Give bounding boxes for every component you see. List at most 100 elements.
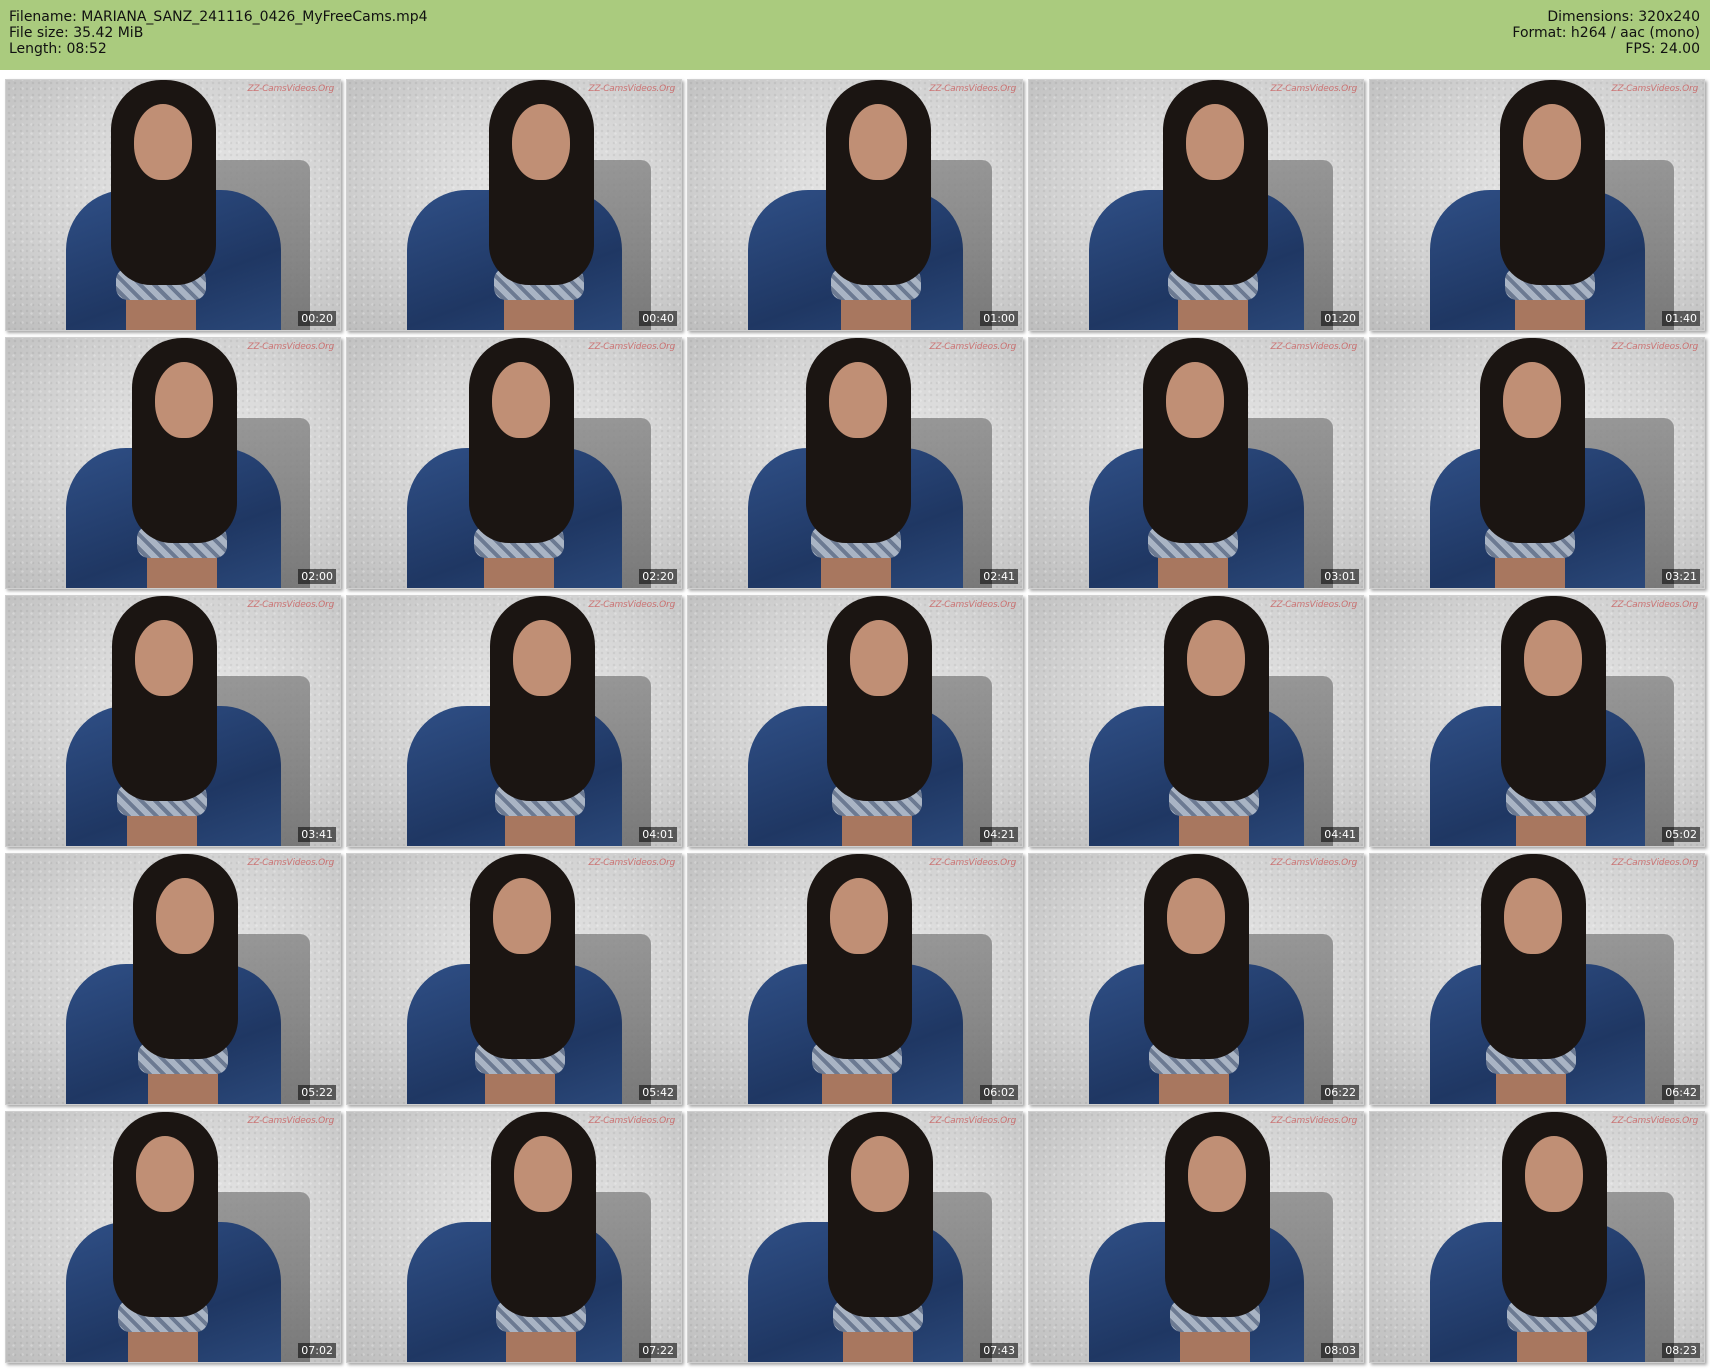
- watermark-logo: ZZ-CamsVideos.Org: [929, 858, 1017, 868]
- thumbnail-timestamp: 06:22: [1321, 1085, 1359, 1100]
- thumbnail-timestamp: 05:22: [298, 1085, 336, 1100]
- video-thumbnail[interactable]: ZZ-CamsVideos.Org 01:40: [1369, 79, 1705, 331]
- thumbnail-timestamp: 03:41: [298, 827, 336, 842]
- face-shape: [1523, 104, 1581, 180]
- watermark-logo: ZZ-CamsVideos.Org: [247, 858, 335, 868]
- watermark-logo: ZZ-CamsVideos.Org: [588, 84, 676, 94]
- thumbnail-timestamp: 03:21: [1662, 569, 1700, 584]
- watermark-logo: ZZ-CamsVideos.Org: [247, 600, 335, 610]
- face-shape: [850, 620, 908, 696]
- watermark-logo: ZZ-CamsVideos.Org: [247, 342, 335, 352]
- face-shape: [849, 104, 907, 180]
- thumbnail-timestamp: 02:20: [639, 569, 677, 584]
- info-header: Filename: MARIANA_SANZ_241116_0426_MyFre…: [0, 0, 1710, 70]
- face-shape: [1186, 104, 1244, 180]
- watermark-logo: ZZ-CamsVideos.Org: [1611, 84, 1699, 94]
- video-thumbnail[interactable]: ZZ-CamsVideos.Org 01:00: [687, 79, 1023, 331]
- thumbnail-timestamp: 03:01: [1321, 569, 1359, 584]
- video-thumbnail[interactable]: ZZ-CamsVideos.Org 08:03: [1028, 1111, 1364, 1363]
- thumbnail-timestamp: 01:20: [1321, 311, 1359, 326]
- video-thumbnail[interactable]: ZZ-CamsVideos.Org 07:22: [346, 1111, 682, 1363]
- thumbnail-timestamp: 04:41: [1321, 827, 1359, 842]
- length-text: Length: 08:52: [9, 41, 107, 57]
- watermark-logo: ZZ-CamsVideos.Org: [1611, 600, 1699, 610]
- thumbnail-timestamp: 07:02: [298, 1343, 336, 1358]
- watermark-logo: ZZ-CamsVideos.Org: [247, 84, 335, 94]
- face-shape: [851, 1136, 909, 1212]
- face-shape: [156, 878, 214, 954]
- watermark-logo: ZZ-CamsVideos.Org: [929, 84, 1017, 94]
- thumbnail-timestamp: 04:01: [639, 827, 677, 842]
- video-thumbnail[interactable]: ZZ-CamsVideos.Org 02:20: [346, 337, 682, 589]
- watermark-logo: ZZ-CamsVideos.Org: [1270, 342, 1358, 352]
- video-thumbnail[interactable]: ZZ-CamsVideos.Org 04:01: [346, 595, 682, 847]
- face-shape: [155, 362, 213, 438]
- video-thumbnail[interactable]: ZZ-CamsVideos.Org 03:21: [1369, 337, 1705, 589]
- watermark-logo: ZZ-CamsVideos.Org: [588, 858, 676, 868]
- face-shape: [135, 620, 193, 696]
- thumbnail-timestamp: 00:20: [298, 311, 336, 326]
- fps-text: FPS: 24.00: [1625, 41, 1700, 57]
- watermark-logo: ZZ-CamsVideos.Org: [588, 1116, 676, 1126]
- face-shape: [1187, 620, 1245, 696]
- face-shape: [1503, 362, 1561, 438]
- watermark-logo: ZZ-CamsVideos.Org: [1270, 600, 1358, 610]
- video-thumbnail[interactable]: ZZ-CamsVideos.Org 01:20: [1028, 79, 1364, 331]
- thumbnail-timestamp: 06:42: [1662, 1085, 1700, 1100]
- video-thumbnail[interactable]: ZZ-CamsVideos.Org 06:02: [687, 853, 1023, 1105]
- thumbnail-timestamp: 07:22: [639, 1343, 677, 1358]
- face-shape: [493, 878, 551, 954]
- video-thumbnail[interactable]: ZZ-CamsVideos.Org 06:22: [1028, 853, 1364, 1105]
- thumbnail-timestamp: 01:00: [980, 311, 1018, 326]
- face-shape: [1166, 362, 1224, 438]
- video-thumbnail[interactable]: ZZ-CamsVideos.Org 05:42: [346, 853, 682, 1105]
- face-shape: [1525, 1136, 1583, 1212]
- video-thumbnail[interactable]: ZZ-CamsVideos.Org 06:42: [1369, 853, 1705, 1105]
- face-shape: [514, 1136, 572, 1212]
- video-thumbnail[interactable]: ZZ-CamsVideos.Org 07:02: [5, 1111, 341, 1363]
- face-shape: [1504, 878, 1562, 954]
- thumbnail-timestamp: 02:41: [980, 569, 1018, 584]
- thumbnail-timestamp: 08:03: [1321, 1343, 1359, 1358]
- format-text: Format: h264 / aac (mono): [1512, 25, 1700, 41]
- file-info-right: Dimensions: 320x240 Format: h264 / aac (…: [1512, 9, 1700, 57]
- watermark-logo: ZZ-CamsVideos.Org: [1611, 342, 1699, 352]
- video-thumbnail[interactable]: ZZ-CamsVideos.Org 07:43: [687, 1111, 1023, 1363]
- video-thumbnail[interactable]: ZZ-CamsVideos.Org 05:22: [5, 853, 341, 1105]
- face-shape: [829, 362, 887, 438]
- video-thumbnail[interactable]: ZZ-CamsVideos.Org 02:00: [5, 337, 341, 589]
- thumbnail-timestamp: 04:21: [980, 827, 1018, 842]
- face-shape: [1188, 1136, 1246, 1212]
- video-thumbnail[interactable]: ZZ-CamsVideos.Org 03:41: [5, 595, 341, 847]
- watermark-logo: ZZ-CamsVideos.Org: [929, 600, 1017, 610]
- video-thumbnail[interactable]: ZZ-CamsVideos.Org 03:01: [1028, 337, 1364, 589]
- video-thumbnail[interactable]: ZZ-CamsVideos.Org 02:41: [687, 337, 1023, 589]
- video-thumbnail[interactable]: ZZ-CamsVideos.Org 05:02: [1369, 595, 1705, 847]
- thumbnail-timestamp: 01:40: [1662, 311, 1700, 326]
- watermark-logo: ZZ-CamsVideos.Org: [1611, 858, 1699, 868]
- thumbnail-timestamp: 02:00: [298, 569, 336, 584]
- watermark-logo: ZZ-CamsVideos.Org: [588, 600, 676, 610]
- face-shape: [1167, 878, 1225, 954]
- face-shape: [134, 104, 192, 180]
- watermark-logo: ZZ-CamsVideos.Org: [929, 342, 1017, 352]
- dimensions-text: Dimensions: 320x240: [1547, 9, 1700, 25]
- filename-text: Filename: MARIANA_SANZ_241116_0426_MyFre…: [9, 9, 428, 25]
- face-shape: [512, 104, 570, 180]
- video-thumbnail[interactable]: ZZ-CamsVideos.Org 00:40: [346, 79, 682, 331]
- watermark-logo: ZZ-CamsVideos.Org: [1270, 84, 1358, 94]
- watermark-logo: ZZ-CamsVideos.Org: [1270, 1116, 1358, 1126]
- video-thumbnail[interactable]: ZZ-CamsVideos.Org 00:20: [5, 79, 341, 331]
- thumbnail-timestamp: 05:02: [1662, 827, 1700, 842]
- video-thumbnail[interactable]: ZZ-CamsVideos.Org 04:21: [687, 595, 1023, 847]
- thumbnail-grid: ZZ-CamsVideos.Org 00:20 ZZ-CamsVideos.Org 0…: [0, 74, 1710, 1370]
- face-shape: [1524, 620, 1582, 696]
- video-thumbnail[interactable]: ZZ-CamsVideos.Org 08:23: [1369, 1111, 1705, 1363]
- thumbnail-timestamp: 05:42: [639, 1085, 677, 1100]
- watermark-logo: ZZ-CamsVideos.Org: [929, 1116, 1017, 1126]
- watermark-logo: ZZ-CamsVideos.Org: [588, 342, 676, 352]
- watermark-logo: ZZ-CamsVideos.Org: [1270, 858, 1358, 868]
- file-info-left: Filename: MARIANA_SANZ_241116_0426_MyFre…: [9, 9, 428, 57]
- video-thumbnail[interactable]: ZZ-CamsVideos.Org 04:41: [1028, 595, 1364, 847]
- face-shape: [492, 362, 550, 438]
